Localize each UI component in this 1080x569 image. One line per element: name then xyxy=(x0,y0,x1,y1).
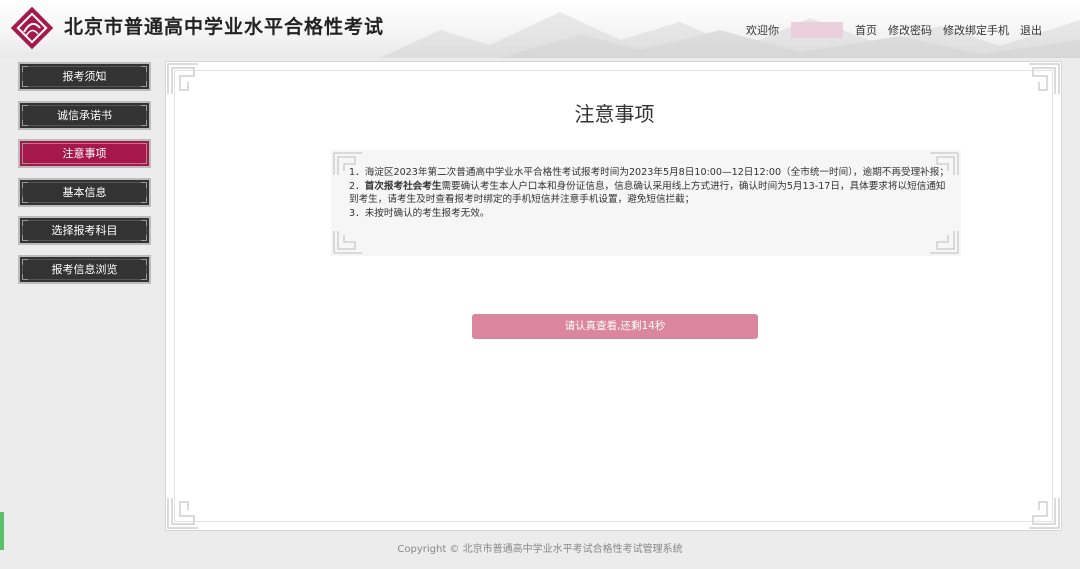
sidebar-item-browse-registration[interactable]: 报考信息浏览 xyxy=(18,254,151,284)
sidebar-item-precautions[interactable]: 注意事项 xyxy=(18,139,151,168)
sidebar: 报考须知 诚信承诺书 注意事项 基本信息 选择报考科目 报考信息浏览 xyxy=(18,62,151,293)
notice-item-1: 1．海淀区2023年第二次普通高中学业水平合格性考试报考时间为2023年5月8日… xyxy=(349,167,949,178)
sidebar-item-label: 注意事项 xyxy=(62,147,107,160)
sidebar-item-notice[interactable]: 报考须知 xyxy=(18,62,151,91)
notice-item-2: 2．首次报考社会考生需要确认考生本人户口本和身份证信息，信息确认采用线上方式进行… xyxy=(349,180,946,206)
nav-home-link[interactable]: 首页 xyxy=(855,22,877,38)
welcome-text: 欢迎你 xyxy=(746,24,779,37)
sidebar-item-basic-info[interactable]: 基本信息 xyxy=(18,177,151,207)
nav-logout-link[interactable]: 退出 xyxy=(1020,22,1042,38)
nav-change-phone-link[interactable]: 修改绑定手机 xyxy=(943,22,1009,38)
site-title: 北京市普通高中学业水平合格性考试 xyxy=(64,16,385,38)
fret-corner-icon xyxy=(333,231,362,254)
footer-copyright: Copyright © 北京市普通高中学业水平考试合格性考试管理系统 xyxy=(397,544,683,555)
confirm-read-button[interactable]: 请认真查看,还剩14秒 xyxy=(472,314,758,339)
notice-box: 1．海淀区2023年第二次普通高中学业水平合格性考试报考时间为2023年5月8日… xyxy=(331,150,961,256)
nav-change-password-link[interactable]: 修改密码 xyxy=(888,22,932,38)
sidebar-item-integrity-pledge[interactable]: 诚信承诺书 xyxy=(18,100,151,130)
top-nav: 欢迎你 首页 修改密码 修改绑定手机 退出 xyxy=(746,22,1042,38)
sidebar-item-label: 报考须知 xyxy=(62,70,107,83)
side-tab-handle[interactable] xyxy=(0,512,4,550)
fret-corner-icon xyxy=(167,63,198,94)
notice-content: 1．海淀区2023年第二次普通高中学业水平合格性考试报考时间为2023年5月8日… xyxy=(349,166,949,220)
sidebar-item-label: 报考信息浏览 xyxy=(51,262,118,276)
sidebar-item-select-subjects[interactable]: 选择报考科目 xyxy=(18,216,151,245)
fret-corner-icon xyxy=(930,231,959,254)
notice-item-3: 3．未按时确认的考生报考无效。 xyxy=(349,207,490,219)
panel-frame xyxy=(174,70,1053,522)
notice-item-2-emphasis: 首次报考社会考生 xyxy=(364,180,442,192)
fret-corner-icon xyxy=(1029,63,1060,94)
sidebar-item-label: 选择报考科目 xyxy=(51,224,118,237)
username-masked xyxy=(791,22,843,38)
logo-icon xyxy=(10,6,54,50)
page-title: 注意事项 xyxy=(574,102,655,126)
main-panel: 注意事项 1．海淀区2023年第二次普通高中学业水平合格性考试报考时间为2023… xyxy=(165,61,1062,531)
sidebar-item-label: 诚信承诺书 xyxy=(57,108,112,122)
fret-corner-icon xyxy=(167,498,198,529)
fret-corner-icon xyxy=(1029,498,1060,529)
header: 北京市普通高中学业水平合格性考试 欢迎你 首页 修改密码 修改绑定手机 退出 xyxy=(0,0,1080,58)
sidebar-item-label: 基本信息 xyxy=(62,185,107,199)
